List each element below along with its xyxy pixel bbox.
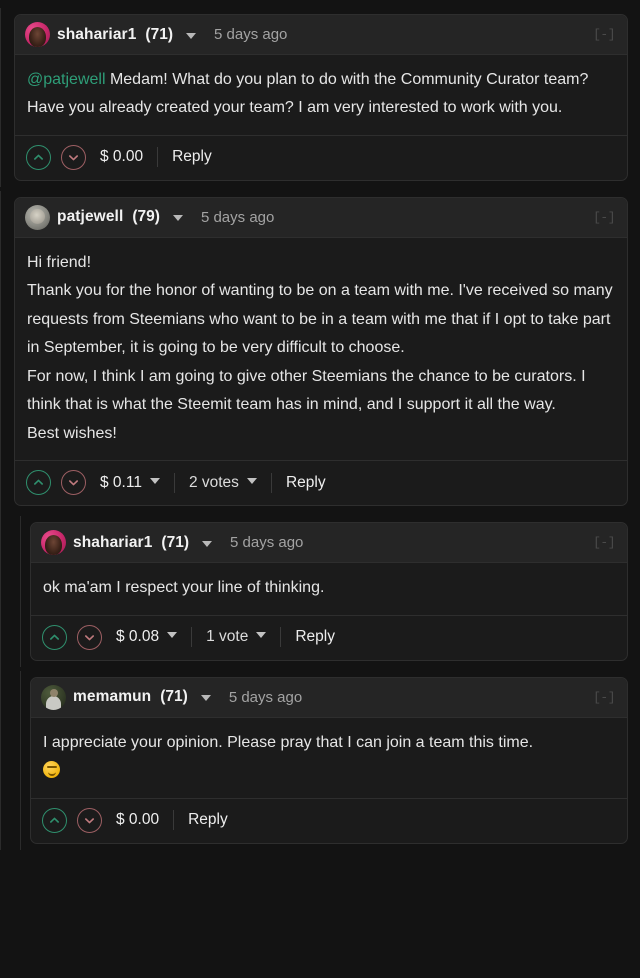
comment-actions: $ 0.08 1 vote Reply [31,616,627,660]
payout-amount[interactable]: $ 0.11 [100,474,142,492]
comment-patjewell: patjewell (79) 5 days ago [-] Hi friend!… [0,190,628,850]
comment-header: patjewell (79) 5 days ago [-] [15,197,627,238]
comment-text-rest: Medam! What do you plan to do with the C… [27,71,589,117]
avatar[interactable] [25,204,50,230]
chevron-down-icon[interactable] [200,695,211,702]
upvote-icon[interactable] [42,624,67,650]
comment-actions: $ 0.00 Reply [15,136,627,180]
comment-paragraph: Thank you for the honor of wanting to be… [27,282,613,357]
upvote-icon[interactable] [42,807,67,833]
action-divider [191,627,193,648]
avatar[interactable] [41,530,66,556]
votes-chevron-down-icon[interactable] [246,477,257,484]
thread-line [20,670,21,850]
action-divider [173,472,175,493]
author-reputation: (79) [132,208,160,226]
thread-line [0,8,1,187]
thread-line [0,190,1,850]
author-reputation: (71) [160,688,188,706]
upvote-icon[interactable] [26,470,51,496]
action-divider [173,810,175,831]
comment-text: @patjewell Medam! What do you plan to do… [27,66,613,123]
payout-amount[interactable]: $ 0.00 [116,811,159,829]
comment-text: I appreciate your opinion. Please pray t… [43,733,534,751]
action-divider [280,627,282,648]
votes-count[interactable]: 1 vote [206,628,248,646]
comment-thread: shahariar1 (71) 5 days ago [-] @patjewel… [0,0,640,850]
comment-memamun: memamun (71) 5 days ago [-] I appreciate… [20,670,628,850]
reply-button[interactable]: Reply [286,474,326,492]
comment-card: shahariar1 (71) 5 days ago [-] @patjewel… [14,14,628,181]
chevron-down-icon[interactable] [172,215,183,222]
collapse-toggle[interactable]: [-] [593,535,615,550]
comment-card: shahariar1 (71) 5 days ago [-] ok ma'am … [30,522,628,661]
comment-shahariar1-root: shahariar1 (71) 5 days ago [-] @patjewel… [0,8,628,187]
comment-header: shahariar1 (71) 5 days ago [-] [15,15,627,55]
collapse-toggle[interactable]: [-] [593,27,615,42]
comment-body: @patjewell Medam! What do you plan to do… [15,55,627,136]
comment-header: shahariar1 (71) 5 days ago [-] [31,523,627,564]
smiling-face-emoji [43,761,60,779]
payout-chevron-down-icon[interactable] [167,632,178,639]
comment-author[interactable]: patjewell [57,208,123,226]
downvote-icon[interactable] [61,144,86,170]
downvote-icon[interactable] [77,624,102,650]
avatar[interactable] [25,22,50,47]
payout-amount[interactable]: $ 0.08 [116,628,159,646]
downvote-icon[interactable] [77,807,102,833]
payout-chevron-down-icon[interactable] [149,477,160,484]
comment-shahariar1-reply: shahariar1 (71) 5 days ago [-] ok ma'am … [20,516,628,667]
votes-count[interactable]: 2 votes [189,474,239,492]
collapse-toggle[interactable]: [-] [593,210,615,225]
comment-author[interactable]: shahariar1 [73,534,152,552]
chevron-down-icon[interactable] [202,540,212,547]
comment-header: memamun (71) 5 days ago [-] [31,677,627,718]
comment-card: memamun (71) 5 days ago [-] I appreciate… [30,676,628,844]
comment-card: patjewell (79) 5 days ago [-] Hi friend!… [14,196,628,507]
avatar[interactable] [41,684,66,710]
action-divider [270,472,272,493]
votes-chevron-down-icon[interactable] [256,632,267,639]
comment-timestamp[interactable]: 5 days ago [230,534,303,551]
downvote-icon[interactable] [61,470,86,496]
comment-body: Hi friend! Thank you for the honor of wa… [15,238,627,462]
comment-body: ok ma'am I respect your line of thinking… [31,563,627,616]
collapse-toggle[interactable]: [-] [593,690,615,705]
comment-body: I appreciate your opinion. Please pray t… [31,718,627,799]
thread-line [20,516,21,667]
chevron-down-icon[interactable] [186,32,196,39]
comment-text: ok ma'am I respect your line of thinking… [43,579,325,597]
reply-button[interactable]: Reply [295,628,335,646]
comment-timestamp[interactable]: 5 days ago [201,209,274,226]
comment-actions: $ 0.00 Reply [31,799,627,843]
comment-timestamp[interactable]: 5 days ago [229,689,302,706]
reply-button[interactable]: Reply [188,811,228,829]
comment-paragraph: For now, I think I am going to give othe… [27,367,586,414]
author-reputation: (71) [161,533,189,551]
action-divider [157,147,159,168]
comment-author[interactable]: shahariar1 [57,26,136,44]
reply-button[interactable]: Reply [172,148,212,166]
comment-timestamp[interactable]: 5 days ago [214,26,287,43]
comment-paragraph: Best wishes! [27,424,117,442]
comment-paragraph: Hi friend! [27,253,92,271]
comment-actions: $ 0.11 2 votes Reply [15,461,627,505]
author-reputation: (71) [145,25,173,43]
comment-author[interactable]: memamun [73,688,151,706]
user-mention-link[interactable]: @patjewell [27,71,106,88]
upvote-icon[interactable] [26,144,51,170]
comment-emoji-line [43,757,613,785]
payout-amount[interactable]: $ 0.00 [100,148,143,166]
